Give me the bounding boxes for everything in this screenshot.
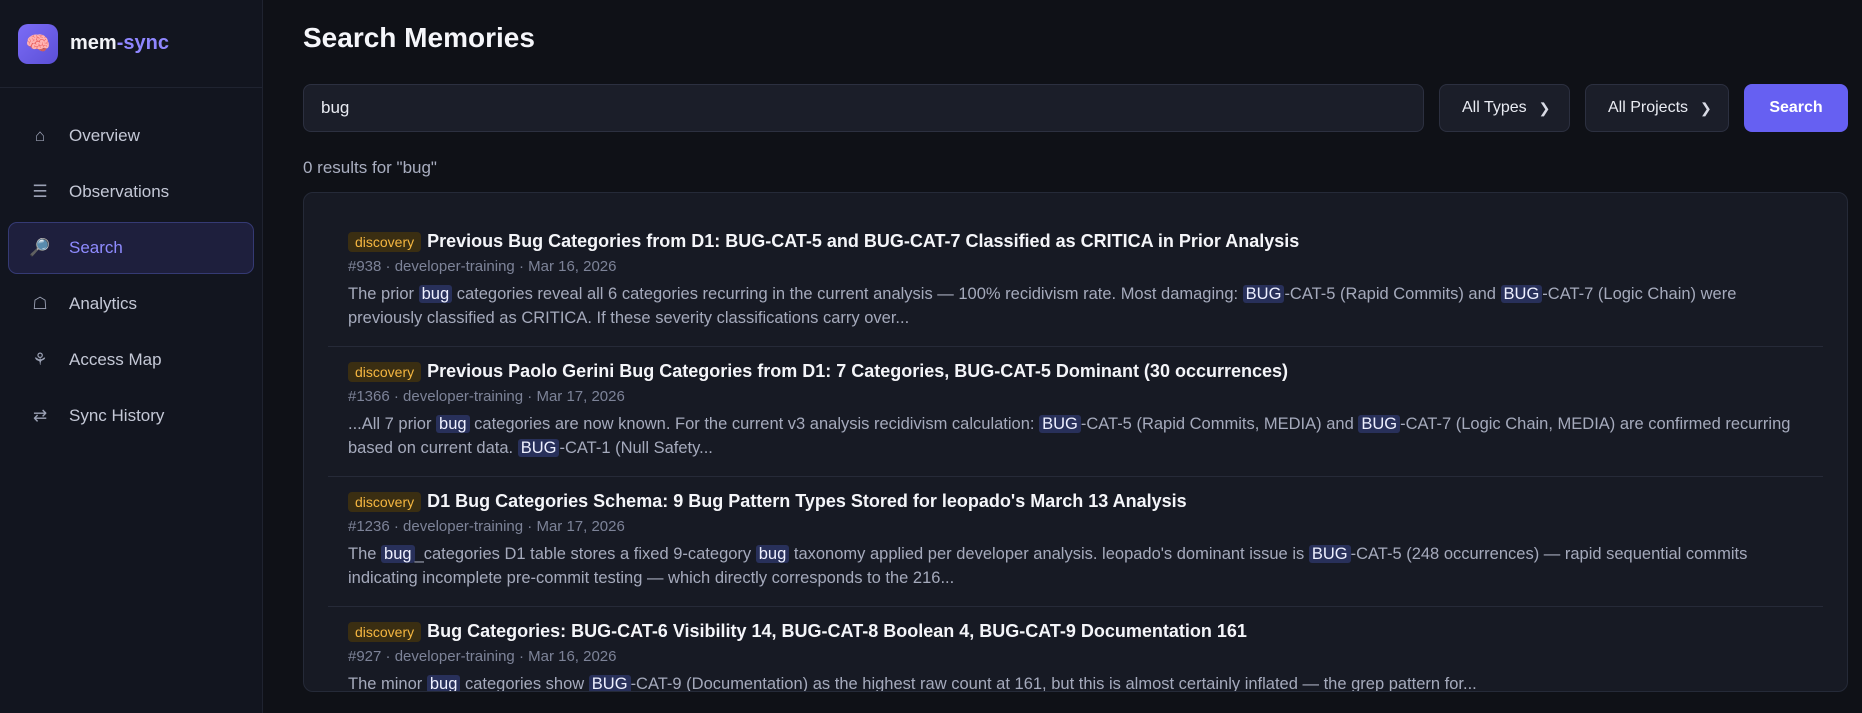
sidebar-item-search[interactable]: 🔎 Search	[8, 222, 254, 274]
sidebar-item-observations[interactable]: ☰ Observations	[8, 166, 254, 218]
snippet-text: The minor	[348, 675, 427, 692]
search-bar: All Types ❯ All Projects ❯ Search	[303, 84, 1848, 132]
sidebar-item-label: Sync History	[69, 406, 165, 425]
brand[interactable]: 🧠 mem-sync	[0, 0, 262, 88]
result-item[interactable]: discovery Previous Paolo Gerini Bug Categ…	[328, 347, 1823, 477]
sidebar-item-label: Search	[69, 238, 123, 257]
type-badge: discovery	[348, 231, 422, 252]
type-badge: discovery	[348, 621, 422, 642]
list-icon: ☰	[32, 182, 48, 201]
result-title[interactable]: Previous Paolo Gerini Bug Categories fro…	[427, 361, 1288, 382]
snippet-text: -CAT-5 (Rapid Commits) and	[1284, 285, 1501, 303]
snippet-text: -CAT-9 (Documentation) as the highest ra…	[630, 675, 1477, 692]
search-highlight: BUG	[1358, 415, 1401, 433]
search-highlight: bug	[381, 545, 415, 563]
result-meta: #927 · developer-training · Mar 16, 2026	[348, 648, 617, 665]
chevron-down-icon: ❯	[1538, 99, 1551, 116]
sidebar-item-label: Observations	[69, 182, 170, 201]
chevron-down-icon: ❯	[1700, 99, 1712, 116]
search-highlight: BUG	[588, 675, 631, 691]
sidebar-item-access-map[interactable]: ⚘ Access Map	[8, 334, 254, 386]
search-input[interactable]	[303, 84, 1424, 132]
sidebar: 🧠 mem-sync ⌂ Overview ☰ Observations 🔎 Search…	[0, 0, 263, 713]
sync-icon: ⇄	[32, 406, 48, 425]
snippet-text: taxonomy applied per developer analysis.…	[789, 545, 1309, 563]
analytics-icon: ☖	[32, 294, 48, 313]
search-highlight: BUG	[517, 439, 560, 457]
search-highlight: BUG	[1500, 285, 1543, 303]
result-title[interactable]: D1 Bug Categories Schema: 9 Bug Pattern …	[427, 491, 1186, 512]
search-highlight: bug	[426, 675, 461, 691]
type-badge: discovery	[348, 491, 422, 512]
sidebar-item-label: Analytics	[69, 294, 138, 313]
sidebar-item-label: Access Map	[69, 350, 162, 369]
result-item[interactable]: discovery Bug Categories: BUG-CAT-6 Visib…	[328, 607, 1823, 692]
snippet-text: The	[348, 545, 382, 563]
search-highlight: bug	[436, 415, 470, 433]
result-meta: #938 · developer-training · Mar 16, 2026	[348, 258, 617, 275]
result-item[interactable]: discovery D1 Bug Categories Schema: 9 Bug…	[328, 477, 1823, 607]
sidebar-nav: ⌂ Overview ☰ Observations 🔎 Search ☖ Analytics ⚘…	[0, 88, 262, 468]
sidebar-item-overview[interactable]: ⌂ Overview	[8, 110, 254, 162]
main-content: Search Memories All Types ❯ All Projects…	[263, 0, 1862, 713]
page-title: Search Memories	[303, 22, 535, 53]
snippet-text: categories reveal all 6 categories recur…	[452, 285, 1243, 303]
search-button[interactable]: Search	[1744, 84, 1848, 132]
sidebar-item-analytics[interactable]: ☖ Analytics	[8, 278, 254, 330]
snippet-text: categories are now known. For the curren…	[469, 415, 1040, 433]
type-badge: discovery	[348, 361, 422, 382]
search-icon: 🔎	[29, 238, 51, 257]
type-filter-select[interactable]: All Types ❯	[1439, 84, 1570, 132]
snippet-text: ...All 7 prior	[348, 415, 437, 433]
result-snippet: The prior bug categories reveal all 6 ca…	[348, 282, 1803, 330]
snippet-text: -CAT-5 (Rapid Commits, MEDIA) and	[1080, 415, 1359, 433]
brand-name: mem-sync	[70, 32, 169, 54]
type-filter-value: All Types	[1462, 99, 1527, 116]
sidebar-item-sync-history[interactable]: ⇄ Sync History	[8, 390, 254, 442]
result-meta: #1366 · developer-training · Mar 17, 202…	[348, 388, 625, 405]
snippet-text: -CAT-1 (Null Safety...	[559, 439, 713, 457]
result-count: 0 results for "bug"	[303, 158, 437, 177]
project-filter-value: All Projects	[1608, 99, 1689, 116]
project-filter-select[interactable]: All Projects ❯	[1585, 84, 1729, 132]
result-header: discovery Previous Bug Categories from D1…	[348, 231, 1803, 252]
result-header: discovery D1 Bug Categories Schema: 9 Bug…	[348, 491, 1803, 512]
brain-icon: 🧠	[18, 23, 58, 64]
search-highlight: BUG	[1039, 415, 1081, 433]
sidebar-item-label: Overview	[69, 126, 140, 145]
home-icon: ⌂	[34, 126, 46, 145]
result-item[interactable]: discovery Previous Bug Categories from D1…	[328, 217, 1823, 347]
result-title[interactable]: Previous Bug Categories from D1: BUG-CAT…	[427, 231, 1299, 252]
result-snippet: The bug _categories D1 table stores a fix…	[348, 542, 1803, 590]
snippet-text: _categories D1 table stores a fixed 9-ca…	[414, 545, 756, 563]
search-highlight: bug	[755, 545, 790, 563]
result-header: discovery Previous Paolo Gerini Bug Categ…	[348, 361, 1803, 382]
result-title[interactable]: Bug Categories: BUG-CAT-6 Visibility 14,…	[427, 621, 1247, 642]
results-list: discovery Previous Bug Categories from D1…	[303, 192, 1848, 692]
snippet-text: The prior	[348, 285, 419, 303]
result-header: discovery Bug Categories: BUG-CAT-6 Visib…	[348, 621, 1803, 642]
result-snippet: ...All 7 prior bug categories are now kn…	[348, 412, 1803, 460]
search-highlight: BUG	[1242, 285, 1285, 303]
search-highlight: bug	[418, 285, 453, 303]
snippet-text: categories show	[460, 675, 589, 692]
result-snippet: The minor bug categories show BUG -CAT-9 …	[348, 672, 1803, 692]
search-highlight: BUG	[1308, 545, 1351, 563]
map-icon: ⚘	[32, 350, 48, 369]
result-meta: #1236 · developer-training · Mar 17, 202…	[348, 518, 625, 535]
